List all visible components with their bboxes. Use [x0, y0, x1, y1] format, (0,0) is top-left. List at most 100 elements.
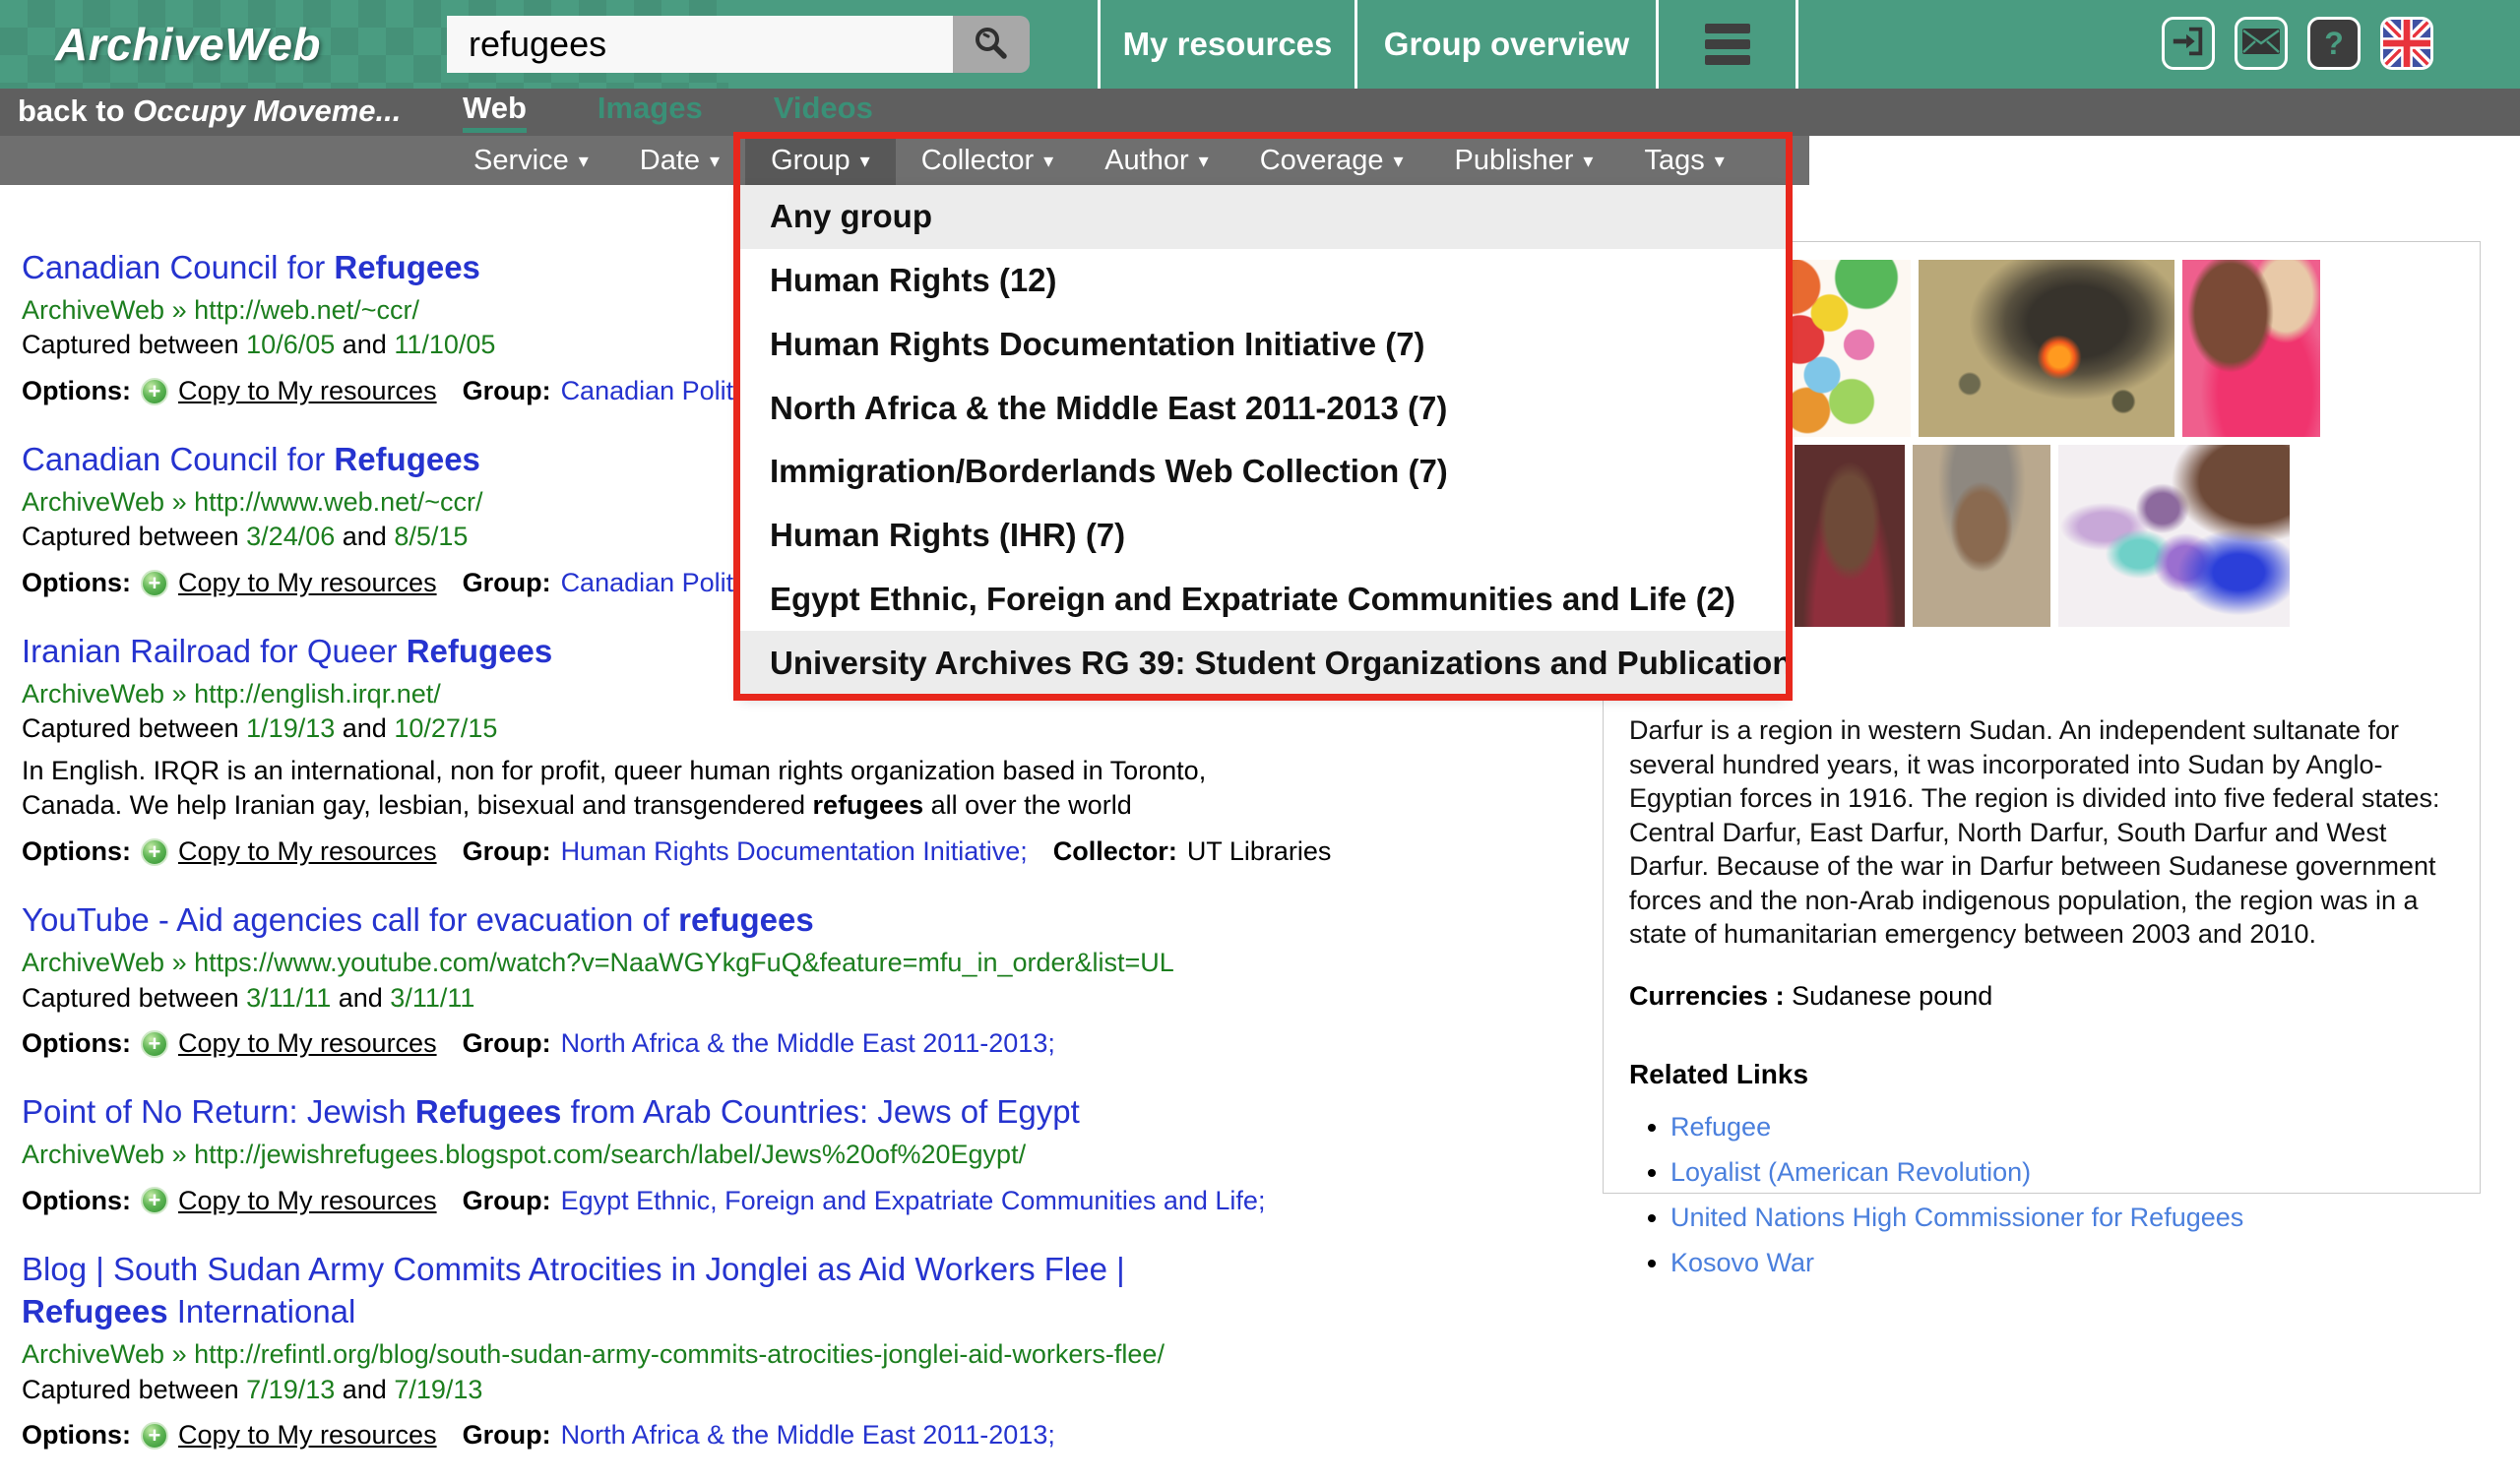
infobox-paragraph: Darfur is a region in western Sudan. An … [1629, 713, 2454, 952]
filter-group[interactable]: Group ▾ [745, 136, 896, 185]
related-link[interactable]: Loyalist (American Revolution) [1670, 1157, 2031, 1187]
logout-icon [2170, 23, 2207, 65]
group-overview-button[interactable]: Group overview [1354, 0, 1656, 89]
title-text: refugees [678, 901, 814, 938]
result-url-link[interactable]: http://web.net/~ccr/ [194, 295, 419, 325]
result-url-link[interactable]: http://refintl.org/blog/south-sudan-army… [194, 1339, 1165, 1369]
search-input[interactable] [447, 16, 953, 73]
filter-publisher[interactable]: Publisher ▾ [1429, 136, 1619, 185]
group-dropdown-item[interactable]: North Africa & the Middle East 2011-2013… [740, 376, 1786, 440]
caret-down-icon: ▾ [1583, 149, 1593, 173]
captured-from-date: 10/6/05 [246, 330, 335, 359]
filter-tags[interactable]: Tags▾ [1618, 136, 1749, 185]
group-link[interactable]: North Africa & the Middle East 2011-2013… [561, 1028, 1055, 1059]
result-source-line: ArchiveWeb » http://jewishrefugees.blogs… [22, 1139, 1252, 1172]
filter-label: Coverage [1260, 145, 1384, 177]
group-dropdown-item[interactable]: Egypt Ethnic, Foreign and Expatriate Com… [740, 568, 1786, 632]
copy-to-resources-link[interactable]: Copy to My resources [178, 568, 437, 598]
tab-bar: back to Occupy Moveme... Web Images Videos [0, 89, 2520, 136]
tab-web[interactable]: Web [463, 89, 527, 133]
result-title-link[interactable]: Point of No Return: Jewish Refugees from… [22, 1090, 1247, 1134]
filter-date[interactable]: Date▾ [614, 136, 745, 185]
group-dropdown-item[interactable]: Human Rights (IHR) (7) [740, 504, 1786, 568]
group-dropdown-item[interactable]: Any group [740, 185, 1786, 249]
copy-to-resources-link[interactable]: Copy to My resources [178, 836, 437, 867]
filter-label: Service [473, 145, 569, 177]
tab-videos[interactable]: Videos [774, 89, 873, 133]
result-url-link[interactable]: http://jewishrefugees.blogspot.com/searc… [194, 1140, 1026, 1169]
add-to-resources-icon[interactable]: + [141, 1187, 168, 1214]
add-to-resources-icon[interactable]: + [141, 378, 168, 405]
filter-service[interactable]: Service ▾ [448, 136, 614, 185]
contact-button[interactable] [2235, 17, 2288, 70]
logout-button[interactable] [2162, 17, 2215, 70]
group-dropdown-item[interactable]: Human Rights Documentation Initiative (7… [740, 313, 1786, 377]
filter-collector[interactable]: Collector▾ [896, 136, 1079, 185]
group-dropdown-item[interactable]: Human Rights (12) [740, 249, 1786, 313]
add-to-resources-icon[interactable]: + [141, 570, 168, 597]
filter-coverage[interactable]: Coverage▾ [1234, 136, 1429, 185]
copy-to-resources-link[interactable]: Copy to My resources [178, 376, 437, 406]
group-label: Group: [463, 836, 551, 867]
group-dropdown-item[interactable]: Immigration/Borderlands Web Collection (… [740, 440, 1786, 504]
options-label: Options: [22, 1186, 131, 1216]
filter-author[interactable]: Author▾ [1079, 136, 1234, 185]
title-text: Refugees [22, 1293, 168, 1329]
result-options-line: Options:+Copy to My resourcesGroup:Human… [22, 836, 1252, 867]
caret-down-icon: ▾ [579, 149, 589, 173]
add-to-resources-icon[interactable]: + [141, 1422, 168, 1450]
group-label: Group: [463, 1186, 551, 1216]
source-label: ArchiveWeb [22, 948, 172, 977]
result-title-link[interactable]: YouTube - Aid agencies call for evacuati… [22, 898, 1247, 942]
add-to-resources-icon[interactable]: + [141, 838, 168, 866]
options-label: Options: [22, 568, 131, 598]
back-to-collection-link[interactable]: back to Occupy Moveme... [18, 89, 401, 136]
my-resources-button[interactable]: My resources [1098, 0, 1354, 89]
result-url-link[interactable]: http://www.web.net/~ccr/ [194, 487, 482, 517]
result-url-link[interactable]: https://www.youtube.com/watch?v=NaaWGYkg… [194, 948, 1174, 977]
snippet-text: refugees [813, 790, 924, 820]
menu-button[interactable] [1656, 0, 1798, 89]
copy-to-resources-link[interactable]: Copy to My resources [178, 1028, 437, 1059]
search-result: Blog | South Sudan Army Commits Atrociti… [22, 1248, 1252, 1451]
filter-label: Publisher [1455, 145, 1574, 177]
captured-dates-line: Captured between 3/11/11 and 3/11/11 [22, 982, 1252, 1016]
source-separator: » [172, 1140, 195, 1169]
add-to-resources-icon[interactable]: + [141, 1030, 168, 1058]
related-link[interactable]: United Nations High Commissioner for Ref… [1670, 1203, 2243, 1232]
result-source-line: ArchiveWeb » http://refintl.org/blog/sou… [22, 1338, 1252, 1372]
group-link[interactable]: Human Rights Documentation Initiative; [561, 836, 1028, 867]
group-label: Group: [463, 1028, 551, 1059]
search-button[interactable] [953, 16, 1030, 73]
filter-bar: Service▾Date▾Group▾Collector▾Author▾Cove… [0, 136, 1809, 185]
filter-label: Group [771, 145, 850, 177]
help-button[interactable]: ? [2307, 17, 2361, 70]
caret-down-icon: ▾ [860, 149, 870, 173]
collector-value: UT Libraries [1187, 836, 1332, 867]
girl-portrait-image[interactable] [1913, 445, 2050, 627]
result-url-link[interactable]: http://english.irqr.net/ [194, 679, 441, 709]
burning-village-aerial-image[interactable] [1919, 260, 2174, 437]
title-text: Refugees [407, 633, 553, 669]
related-link[interactable]: Refugee [1670, 1112, 1771, 1142]
archiveweb-logo[interactable]: ArchiveWeb [55, 0, 321, 89]
woman-portrait-image[interactable] [1795, 445, 1905, 627]
related-link[interactable]: Kosovo War [1670, 1248, 1814, 1277]
result-options-line: Options:+Copy to My resourcesGroup:North… [22, 1420, 1252, 1451]
title-text: Refugees [334, 249, 480, 285]
result-title-link[interactable]: Blog | South Sudan Army Commits Atrociti… [22, 1248, 1247, 1333]
copy-to-resources-link[interactable]: Copy to My resources [178, 1186, 437, 1216]
captured-dates-line: Captured between 7/19/13 and 7/19/13 [22, 1374, 1252, 1407]
search-result: Point of No Return: Jewish Refugees from… [22, 1090, 1252, 1215]
language-button[interactable] [2380, 17, 2433, 70]
genocide-silhouettes-poster-image[interactable] [2058, 445, 2290, 627]
injured-child-image[interactable] [2182, 260, 2320, 437]
copy-to-resources-link[interactable]: Copy to My resources [178, 1420, 437, 1451]
group-dropdown-item[interactable]: University Archives RG 39: Student Organ… [740, 631, 1786, 695]
title-text: Refugees [334, 441, 480, 477]
group-link[interactable]: Egypt Ethnic, Foreign and Expatriate Com… [561, 1186, 1266, 1216]
group-link[interactable]: North Africa & the Middle East 2011-2013… [561, 1420, 1055, 1451]
tab-images[interactable]: Images [598, 89, 703, 133]
back-link-prefix: back to [18, 93, 133, 128]
source-label: ArchiveWeb [22, 679, 172, 709]
